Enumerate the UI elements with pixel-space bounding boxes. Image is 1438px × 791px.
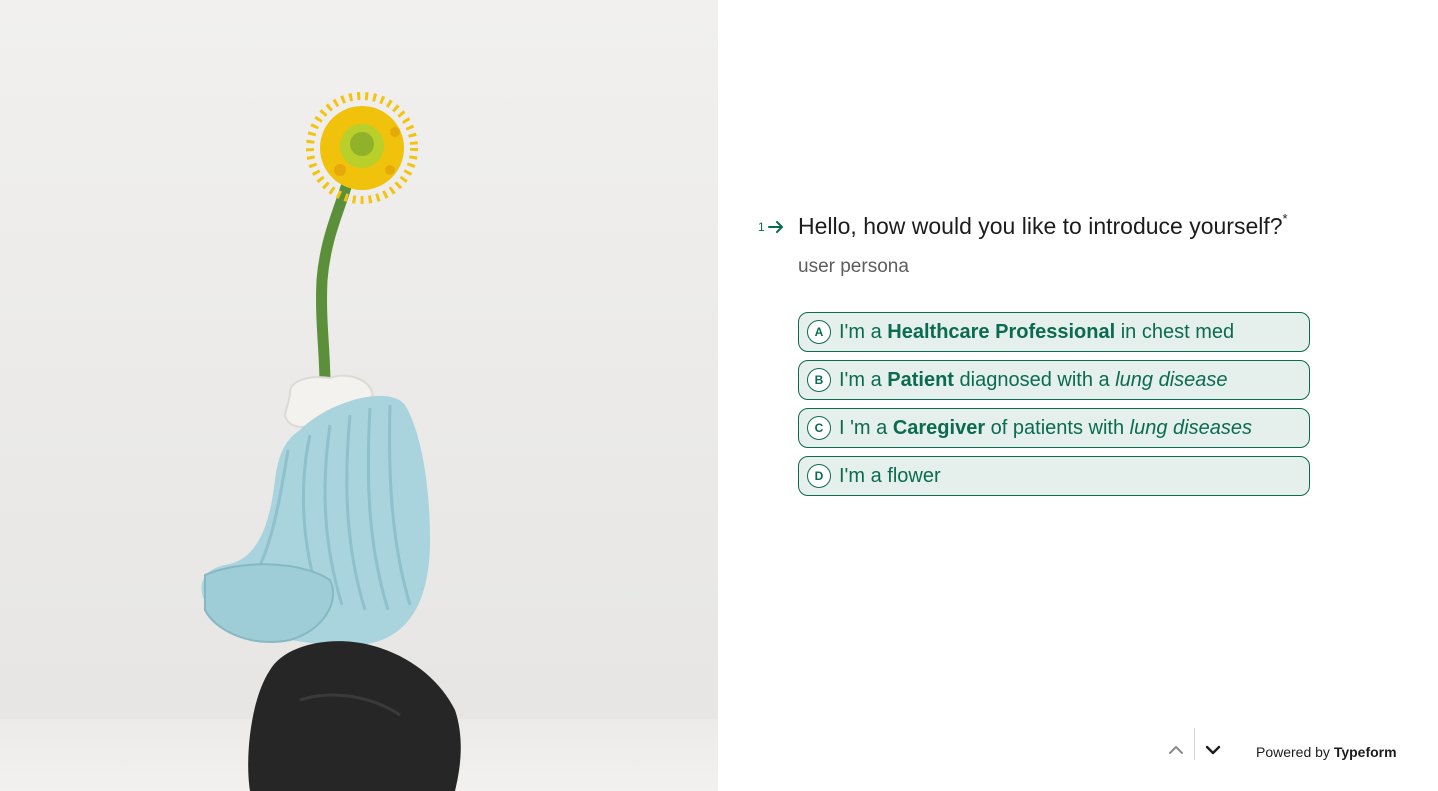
form-panel: 1 Hello, how would you like to introduce… (718, 0, 1438, 791)
question-title: Hello, how would you like to introduce y… (798, 211, 1288, 240)
choice-b[interactable]: B I'm a Patient diagnosed with a lung di… (798, 360, 1310, 400)
question-number-text: 1 (758, 220, 765, 234)
choice-c[interactable]: C I 'm a Caregiver of patients with lung… (798, 408, 1310, 448)
choice-b-pre: I'm a (839, 368, 888, 391)
choice-b-mid: diagnosed with a (953, 368, 1116, 391)
footer: Powered by Typeform (718, 711, 1438, 791)
choice-a-bold: Healthcare Professional (887, 320, 1116, 343)
flower-sculpture-illustration (201, 92, 461, 791)
choice-key-b: B (807, 368, 831, 392)
choice-b-bold: Patient (887, 368, 954, 391)
choice-label-a: I'm a Healthcare Professional in chest m… (839, 321, 1234, 344)
choice-label-b: I'm a Patient diagnosed with a lung dise… (839, 369, 1228, 392)
choice-list: A I'm a Healthcare Professional in chest… (798, 312, 1310, 504)
choice-key-a: A (807, 320, 831, 344)
choice-d[interactable]: D I'm a flower (798, 456, 1310, 496)
question-number: 1 (758, 220, 784, 234)
choice-c-bold: Caregiver (892, 416, 986, 439)
choice-c-pre: I 'm a (839, 416, 893, 439)
choice-a-pre: I'm a (839, 320, 888, 343)
next-question-button[interactable] (1195, 734, 1231, 766)
choice-d-pre: I'm a flower (839, 464, 941, 487)
choice-b-italic: lung disease (1115, 368, 1228, 391)
brand-name: Typeform (1333, 744, 1397, 760)
arrow-right-icon (767, 221, 783, 233)
previous-question-button[interactable] (1158, 734, 1194, 766)
choice-c-mid: of patients with (985, 416, 1130, 439)
chevron-down-icon (1205, 745, 1221, 755)
choice-a-mid: in chest med (1115, 320, 1235, 343)
choice-label-c: I 'm a Caregiver of patients with lung d… (839, 417, 1252, 440)
choice-a[interactable]: A I'm a Healthcare Professional in chest… (798, 312, 1310, 352)
powered-by-prefix: Powered by (1256, 744, 1334, 760)
choice-key-c: C (807, 416, 831, 440)
choice-label-d: I'm a flower (839, 465, 941, 488)
required-mark: * (1282, 211, 1288, 226)
hero-image (0, 0, 718, 791)
question-description: user persona (798, 256, 909, 277)
chevron-up-icon (1169, 746, 1183, 754)
question-title-text: Hello, how would you like to introduce y… (798, 213, 1283, 239)
choice-key-d: D (807, 464, 831, 488)
flower-head (306, 92, 418, 204)
choice-c-italic: lung diseases (1129, 416, 1252, 439)
powered-by-link[interactable]: Powered by Typeform (1256, 744, 1397, 760)
